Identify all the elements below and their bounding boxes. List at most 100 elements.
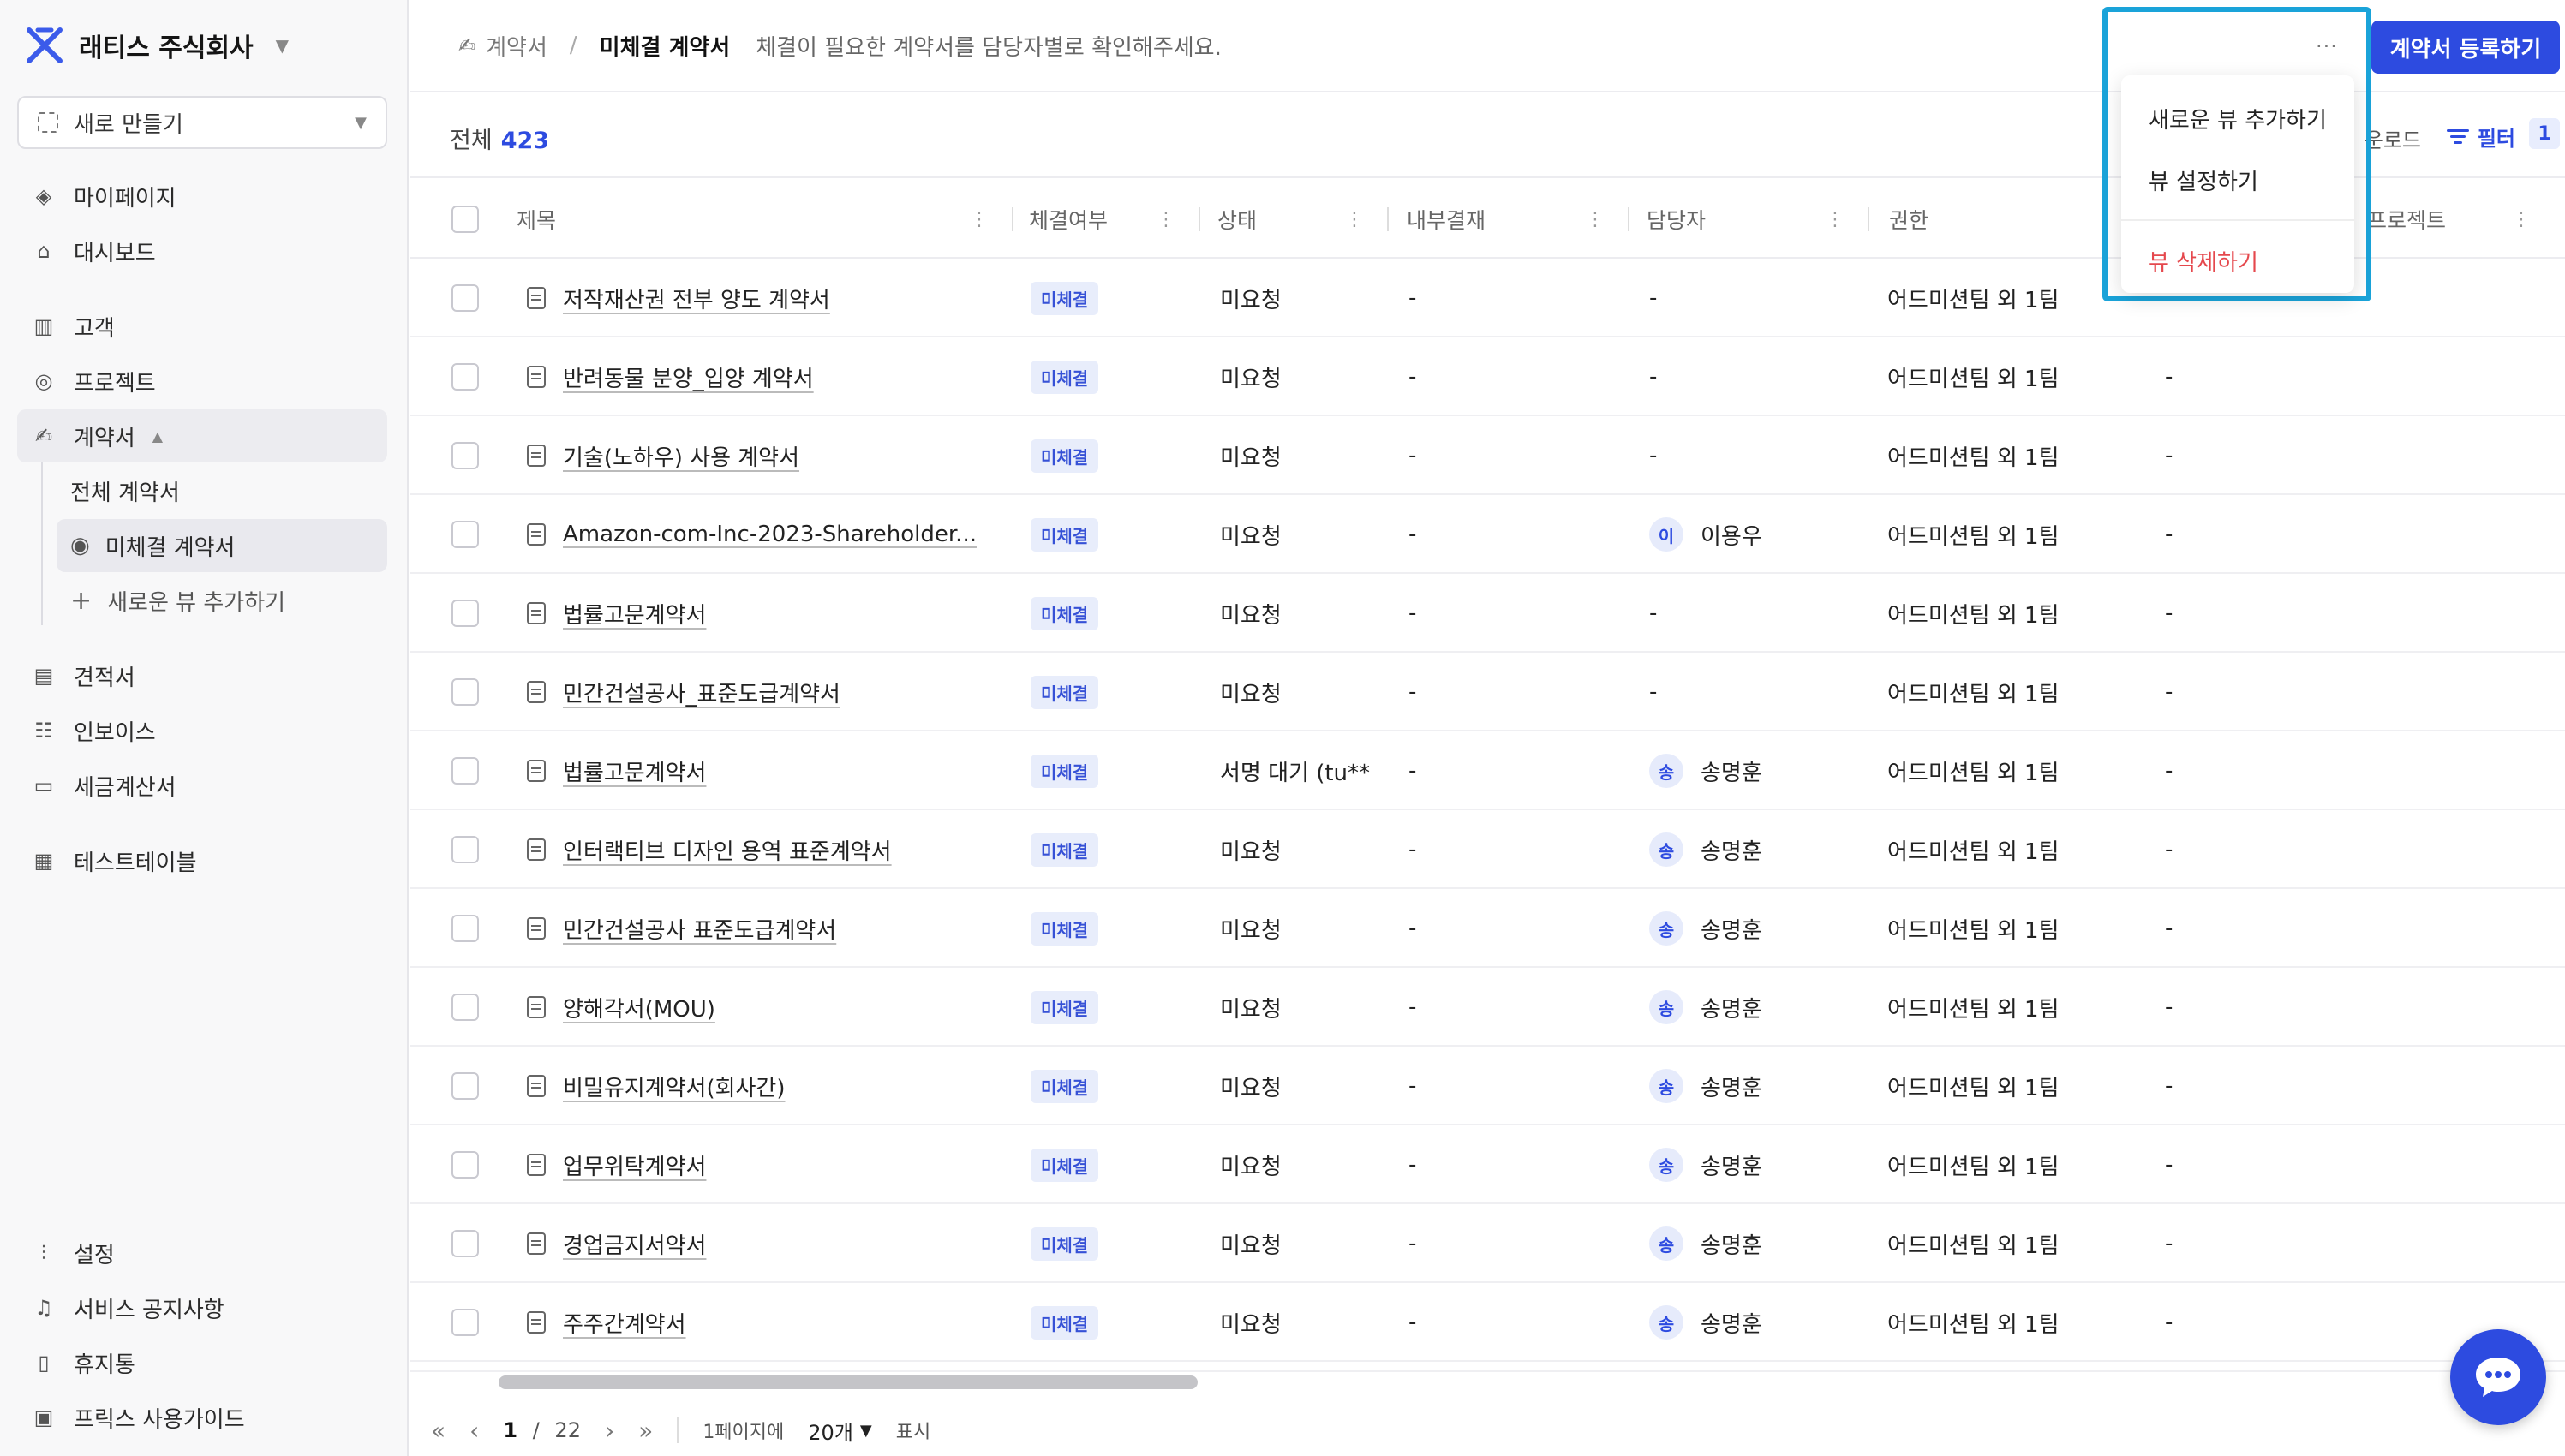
column-menu-icon[interactable]: ⋮ — [2512, 209, 2531, 230]
per-page-select[interactable]: 20개 ▼ — [808, 1416, 871, 1446]
contract-title[interactable]: 민간건설공사 표준도급계약서 — [563, 913, 836, 945]
sidebar-item-invoices[interactable]: ☷ 인보이스 — [17, 704, 387, 757]
first-page-icon[interactable]: « — [431, 1417, 445, 1445]
cell-title[interactable]: 법률고문계약서 — [527, 731, 1007, 810]
sidebar-item-notices[interactable]: ♫ 서비스 공지사항 — [17, 1281, 387, 1334]
column-header-status[interactable]: 상태 ⋮ — [1217, 180, 1389, 259]
table-row[interactable]: Amazon-com-Inc-2023-Shareholder... 미체결 미… — [410, 495, 2565, 574]
cell-title[interactable]: 반려동물 분양_입양 계약서 — [527, 337, 1007, 416]
contract-title[interactable]: 양해각서(MOU) — [563, 992, 715, 1023]
contract-title[interactable]: 경업금지서약서 — [563, 1228, 706, 1260]
table-row[interactable]: 반려동물 분양_입양 계약서 미체결 미요청 - - 어드미션팀 외 1팀 - — [410, 337, 2565, 416]
filter-button[interactable]: 필터 — [2446, 122, 2515, 152]
column-header-permission[interactable]: 권한 ⋮ — [1889, 180, 2138, 259]
row-checkbox[interactable] — [451, 442, 479, 469]
row-checkbox[interactable] — [451, 1072, 479, 1100]
menu-item-view-settings[interactable]: 뷰 설정하기 — [2121, 149, 2354, 211]
contract-title[interactable]: 기술(노하우) 사용 계약서 — [563, 440, 799, 472]
sidebar-item-customers[interactable]: ▥ 고객 — [17, 300, 387, 353]
sidebar-subitem-add-view[interactable]: + 새로운 뷰 추가하기 — [57, 574, 387, 627]
new-create-button[interactable]: 새로 만들기 ▼ — [17, 96, 387, 149]
column-menu-icon[interactable]: ⋮ — [1826, 209, 1845, 230]
row-checkbox[interactable] — [451, 757, 479, 785]
cell-title[interactable]: 저작재산권 전부 양도 계약서 — [527, 259, 1007, 337]
column-header-signed[interactable]: 체결여부 ⋮ — [1029, 180, 1200, 259]
table-row[interactable]: 비밀유지계약서(회사간) 미체결 미요청 - 송 송명훈 어드미션팀 외 1팀 - — [410, 1047, 2565, 1125]
download-button[interactable]: 운로드 — [2365, 123, 2421, 153]
sidebar-item-quotes[interactable]: ▤ 견적서 — [17, 649, 387, 702]
prev-page-icon[interactable]: ‹ — [469, 1417, 479, 1445]
row-checkbox[interactable] — [451, 363, 479, 391]
row-checkbox[interactable] — [451, 1151, 479, 1179]
table-row[interactable]: 법률고문계약서 미체결 서명 대기 (tu** - 송 송명훈 어드미션팀 외 1… — [410, 731, 2565, 810]
sidebar-subitem-all-contracts[interactable]: 전체 계약서 — [57, 464, 387, 517]
cell-title[interactable]: 경업금지서약서 — [527, 1204, 1007, 1283]
register-contract-button[interactable]: 계약서 등록하기 — [2371, 21, 2560, 74]
table-row[interactable]: 기술(노하우) 사용 계약서 미체결 미요청 - - 어드미션팀 외 1팀 - — [410, 416, 2565, 495]
column-header-approval[interactable]: 내부결재 ⋮ — [1407, 180, 1629, 259]
column-header-project[interactable]: 프로젝트 ⋮ — [2367, 180, 2547, 259]
column-menu-icon[interactable]: ⋮ — [1345, 209, 1364, 230]
table-row[interactable]: 주주간계약서 미체결 미요청 - 송 송명훈 어드미션팀 외 1팀 - — [410, 1283, 2565, 1362]
sidebar-item-trash[interactable]: ▯ 휴지통 — [17, 1336, 387, 1389]
sidebar-item-mypage[interactable]: ◈ 마이페이지 — [17, 170, 387, 223]
menu-item-add-view[interactable]: 새로운 뷰 추가하기 — [2121, 87, 2354, 149]
column-menu-icon[interactable]: ⋮ — [970, 209, 989, 230]
cell-title[interactable]: 민간건설공사 표준도급계약서 — [527, 889, 1007, 968]
table-row[interactable]: 민간건설공사_표준도급계약서 미체결 미요청 - - 어드미션팀 외 1팀 - — [410, 653, 2565, 731]
column-header-manager[interactable]: 담당자 ⋮ — [1647, 180, 1869, 259]
column-menu-icon[interactable]: ⋮ — [1157, 209, 1175, 230]
table-row[interactable]: 경업금지서약서 미체결 미요청 - 송 송명훈 어드미션팀 외 1팀 - — [410, 1204, 2565, 1283]
cell-title[interactable]: 양해각서(MOU) — [527, 968, 1007, 1047]
contract-title[interactable]: 비밀유지계약서(회사간) — [563, 1071, 786, 1102]
sidebar-subitem-unsigned-contracts[interactable]: ◉ 미체결 계약서 — [57, 519, 387, 572]
cell-title[interactable]: 인터랙티브 디자인 용역 표준계약서 — [527, 810, 1007, 889]
horizontal-scrollbar[interactable] — [499, 1375, 1198, 1389]
table-row[interactable]: 업무위탁계약서 미체결 미요청 - 송 송명훈 어드미션팀 외 1팀 - — [410, 1125, 2565, 1204]
table-row[interactable]: 양해각서(MOU) 미체결 미요청 - 송 송명훈 어드미션팀 외 1팀 - — [410, 968, 2565, 1047]
table-row[interactable]: 민간건설공사 표준도급계약서 미체결 미요청 - 송 송명훈 어드미션팀 외 1팀… — [410, 889, 2565, 968]
next-page-icon[interactable]: › — [605, 1417, 614, 1445]
row-checkbox[interactable] — [451, 915, 479, 942]
sidebar-item-settings[interactable]: ⫶ 설정 — [17, 1226, 387, 1280]
row-checkbox[interactable] — [451, 836, 479, 863]
contract-title[interactable]: 법률고문계약서 — [563, 598, 706, 630]
cell-title[interactable]: 법률고문계약서 — [527, 574, 1007, 653]
contract-title[interactable]: 반려동물 분양_입양 계약서 — [563, 361, 814, 393]
row-checkbox[interactable] — [451, 1309, 479, 1336]
sidebar-item-tax-invoices[interactable]: ▭ 세금계산서 — [17, 759, 387, 812]
sidebar-item-test-table[interactable]: ▦ 테스트테이블 — [17, 834, 387, 887]
sidebar-item-guide[interactable]: ▣ 프릭스 사용가이드 — [17, 1391, 387, 1444]
cell-title[interactable]: 민간건설공사_표준도급계약서 — [527, 653, 1007, 731]
contract-title[interactable]: 주주간계약서 — [563, 1307, 686, 1339]
contract-title[interactable]: 저작재산권 전부 양도 계약서 — [563, 283, 830, 314]
row-checkbox[interactable] — [451, 521, 479, 548]
cell-title[interactable]: Amazon-com-Inc-2023-Shareholder... — [527, 495, 1007, 574]
column-header-title[interactable]: 제목 ⋮ — [517, 180, 1013, 259]
breadcrumb-parent[interactable]: ✍ 계약서 — [458, 30, 547, 62]
column-menu-icon[interactable]: ⋮ — [1586, 209, 1605, 230]
contract-title[interactable]: 민간건설공사_표준도급계약서 — [563, 677, 840, 708]
cell-title[interactable]: 주주간계약서 — [527, 1283, 1007, 1362]
contract-title[interactable]: 법률고문계약서 — [563, 755, 706, 787]
row-checkbox[interactable] — [451, 678, 479, 706]
row-checkbox[interactable] — [451, 284, 479, 312]
table-row[interactable]: 인터랙티브 디자인 용역 표준계약서 미체결 미요청 - 송 송명훈 어드미션팀 … — [410, 810, 2565, 889]
table-row[interactable]: 법률고문계약서 미체결 미요청 - - 어드미션팀 외 1팀 - — [410, 574, 2565, 653]
cell-title[interactable]: 기술(노하우) 사용 계약서 — [527, 416, 1007, 495]
sidebar-item-projects[interactable]: ◎ 프로젝트 — [17, 355, 387, 408]
last-page-icon[interactable]: » — [638, 1417, 653, 1445]
row-checkbox[interactable] — [451, 1230, 479, 1257]
sidebar-item-dashboard[interactable]: ⌂ 대시보드 — [17, 224, 387, 277]
sidebar-item-contracts[interactable]: ✍ 계약서 ▲ — [17, 409, 387, 462]
row-checkbox[interactable] — [451, 994, 479, 1021]
cell-title[interactable]: 업무위탁계약서 — [527, 1125, 1007, 1204]
company-switcher[interactable]: 래티스 주식회사 ▼ — [26, 22, 289, 69]
row-checkbox[interactable] — [451, 600, 479, 627]
cell-title[interactable]: 비밀유지계약서(회사간) — [527, 1047, 1007, 1125]
menu-item-delete-view[interactable]: 뷰 삭제하기 — [2121, 230, 2354, 291]
chat-button[interactable] — [2450, 1329, 2546, 1425]
contract-title[interactable]: 업무위탁계약서 — [563, 1149, 706, 1181]
contract-title[interactable]: 인터랙티브 디자인 용역 표준계약서 — [563, 834, 892, 866]
select-all-checkbox[interactable] — [451, 206, 479, 233]
